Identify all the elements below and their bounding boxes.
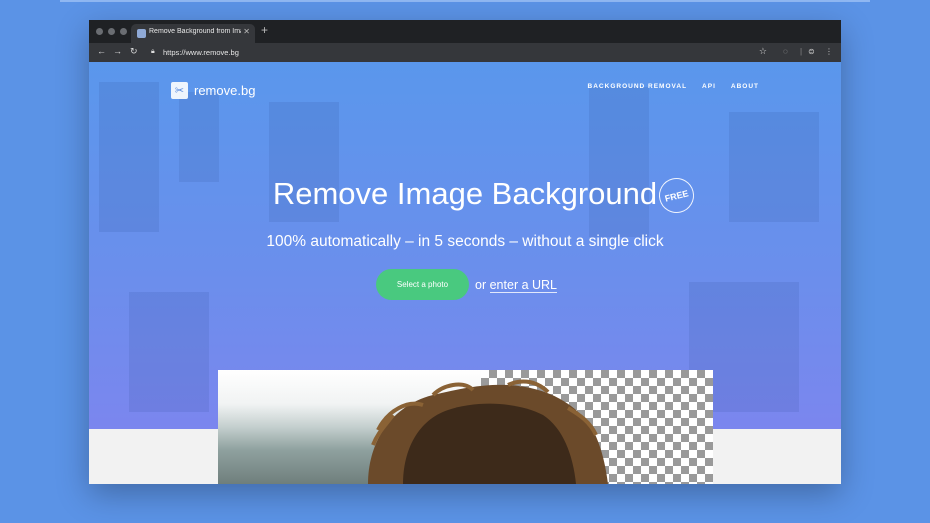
top-strip [60, 0, 870, 2]
menu-kebab-icon[interactable]: ⋮ [825, 47, 833, 56]
address-bar[interactable]: 🔒︎ https://www.remove.bg ☆ [144, 46, 770, 59]
back-arrow-icon[interactable]: ← [97, 46, 106, 56]
webpage: ✂ remove.bg BACKGROUND REMOVAL API ABOUT… [89, 62, 841, 484]
site-logo[interactable]: ✂ remove.bg [171, 82, 255, 99]
browser-tab[interactable]: Remove Background from Imag ✕ [131, 24, 255, 43]
tab-close-icon[interactable]: ✕ [243, 27, 250, 36]
logo-text: remove.bg [194, 83, 256, 98]
nav-about[interactable]: ABOUT [731, 83, 759, 90]
page-title: Remove Image Background [272, 176, 658, 211]
select-photo-button[interactable]: Select a photo [376, 269, 469, 300]
lock-icon: 🔒︎ [151, 48, 155, 55]
background-building [589, 87, 649, 237]
window-controls [96, 28, 127, 35]
maximize-window-button[interactable] [120, 28, 127, 35]
logo-icon: ✂ [171, 82, 188, 99]
site-nav: BACKGROUND REMOVAL API ABOUT [588, 83, 759, 90]
hair-silhouette-icon [368, 379, 608, 484]
favicon-icon [137, 29, 146, 38]
address-toolbar: ← → ↻ 🔒︎ https://www.remove.bg ☆ ◌ | ⊜ ⋮ [89, 43, 841, 62]
background-building [179, 92, 219, 182]
background-crowd [129, 292, 209, 412]
subtitle: 100% automatically – in 5 seconds – with… [266, 233, 664, 250]
enter-url-group: or enter a URL [475, 278, 558, 293]
reload-icon[interactable]: ↻ [130, 46, 138, 57]
nav-background-removal[interactable]: BACKGROUND REMOVAL [588, 83, 688, 90]
profile-icon[interactable]: ⊜ [808, 47, 815, 56]
toolbar-divider: | [800, 47, 803, 56]
tab-bar: Remove Background from Imag ✕ + [89, 20, 841, 43]
enter-url-link[interactable]: enter a URL [489, 278, 558, 293]
bookmark-star-icon[interactable]: ☆ [759, 46, 767, 57]
nav-api[interactable]: API [702, 83, 716, 90]
or-text: or [475, 278, 487, 292]
new-tab-button[interactable]: + [261, 23, 268, 37]
tab-title: Remove Background from Imag [149, 28, 241, 35]
url-text: https://www.remove.bg [163, 48, 239, 57]
minimize-window-button[interactable] [108, 28, 115, 35]
extension-icon[interactable]: ◌ [783, 47, 788, 56]
forward-arrow-icon[interactable]: → [113, 46, 122, 56]
demo-image [218, 370, 713, 484]
close-window-button[interactable] [96, 28, 103, 35]
browser-window: Remove Background from Imag ✕ + ← → ↻ 🔒︎… [89, 20, 841, 484]
